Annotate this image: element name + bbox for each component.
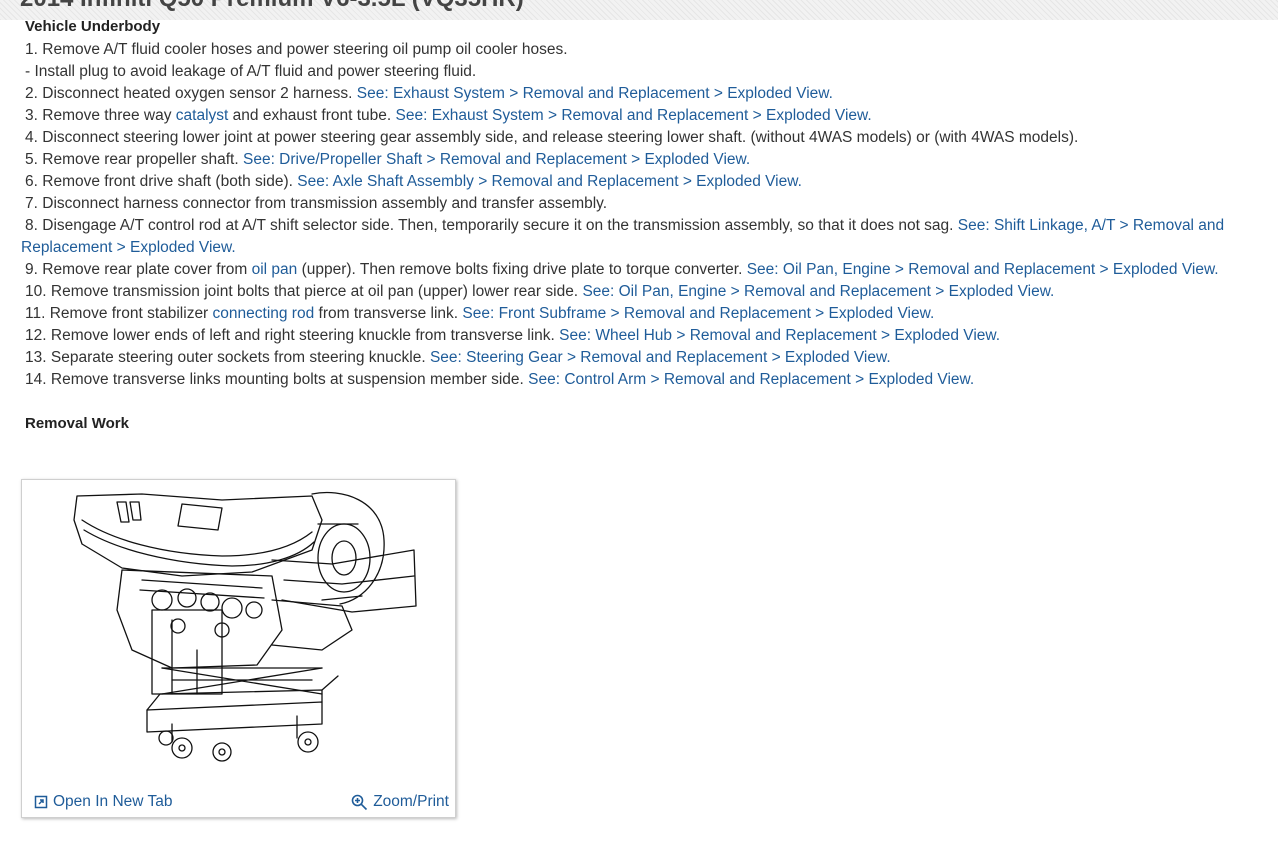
section-heading-vehicle-underbody: Vehicle Underbody (25, 18, 161, 35)
step-reference-link[interactable]: See: Drive/Propeller Shaft > Removal and… (243, 151, 750, 168)
step-text: Remove transverse links mounting bolts a… (50, 371, 529, 388)
step-reference-link[interactable]: connecting rod (213, 305, 315, 322)
step-number: 10. (25, 283, 47, 300)
step-item: 13. Separate steering outer sockets from… (21, 347, 1266, 369)
step-number: 8. (25, 217, 38, 234)
step-reference-link[interactable]: See: Oil Pan, Engine > Removal and Repla… (582, 283, 1054, 300)
step-reference-link[interactable]: oil pan (252, 261, 298, 278)
step-text: Disengage A/T control rod at A/T shift s… (42, 217, 958, 234)
step-text: Disconnect steering lower joint at power… (42, 129, 1079, 146)
step-number: 6. (25, 173, 38, 190)
step-number: 12. (25, 327, 47, 344)
step-number: 5. (25, 151, 38, 168)
step-text: Remove front stabilizer (49, 305, 213, 322)
step-reference-link[interactable]: See: Oil Pan, Engine > Removal and Repla… (747, 261, 1219, 278)
step-item: 6. Remove front drive shaft (both side).… (21, 171, 1266, 193)
step-item: 12. Remove lower ends of left and right … (21, 325, 1266, 347)
step-text: Disconnect heated oxygen sensor 2 harnes… (42, 85, 357, 102)
step-number: 1. (25, 41, 38, 58)
step-text: Install plug to avoid leakage of A/T flu… (34, 63, 477, 80)
zoom-print-label: Zoom/Print (373, 793, 449, 810)
step-number: 9. (25, 261, 38, 278)
step-text: Remove three way (42, 107, 176, 124)
step-item: 10. Remove transmission joint bolts that… (21, 281, 1266, 303)
step-number: 2. (25, 85, 38, 102)
section-heading-removal-work: Removal Work (25, 415, 129, 432)
step-item: 4. Disconnect steering lower joint at po… (21, 127, 1266, 149)
step-number: - (25, 63, 31, 80)
step-text: Remove transmission joint bolts that pie… (50, 283, 583, 300)
step-number: 11. (25, 305, 46, 322)
step-item: 11. Remove front stabilizer connecting r… (21, 303, 1266, 325)
step-reference-link[interactable]: See: Control Arm > Removal and Replaceme… (528, 371, 974, 388)
step-text: Remove front drive shaft (both side). (42, 173, 298, 190)
step-text: Disconnect harness connector from transm… (42, 195, 608, 212)
page-header-band: 2014 Infiniti Q50 Premium V6-3.5L (VQ35H… (0, 0, 1278, 20)
step-reference-link[interactable]: See: Wheel Hub > Removal and Replacement… (559, 327, 1000, 344)
step-item: 7. Disconnect harness connector from tra… (21, 193, 1266, 215)
engine-removal-illustration[interactable] (22, 480, 455, 785)
step-reference-link[interactable]: catalyst (176, 107, 229, 124)
step-reference-link[interactable]: See: Steering Gear > Removal and Replace… (430, 349, 891, 366)
step-text: Remove lower ends of left and right stee… (50, 327, 560, 344)
zoom-print-link[interactable]: Zoom/Print (351, 793, 449, 811)
step-reference-link[interactable]: See: Axle Shaft Assembly > Removal and R… (297, 173, 802, 190)
step-item: 3. Remove three way catalyst and exhaust… (21, 105, 1266, 127)
step-reference-link[interactable]: See: Front Subframe > Removal and Replac… (462, 305, 934, 322)
step-number: 3. (25, 107, 38, 124)
step-item: 5. Remove rear propeller shaft. See: Dri… (21, 149, 1266, 171)
magnifier-plus-icon (351, 794, 368, 811)
step-text: Remove rear propeller shaft. (42, 151, 243, 168)
step-item: - Install plug to avoid leakage of A/T f… (21, 61, 1266, 83)
step-item: 2. Disconnect heated oxygen sensor 2 har… (21, 83, 1266, 105)
step-item: 14. Remove transverse links mounting bol… (21, 369, 1266, 391)
step-number: 7. (25, 195, 38, 212)
open-in-new-tab-label: Open In New Tab (53, 793, 173, 810)
step-text: Remove rear plate cover from (42, 261, 252, 278)
step-reference-link[interactable]: See: Exhaust System > Removal and Replac… (357, 85, 833, 102)
step-number: 4. (25, 129, 38, 146)
figure-panel: Open In New Tab Zoom/Print (21, 479, 456, 818)
step-item: 9. Remove rear plate cover from oil pan … (21, 259, 1266, 281)
step-text: Separate steering outer sockets from ste… (50, 349, 430, 366)
open-in-new-tab-link[interactable]: Open In New Tab (34, 793, 172, 811)
step-number: 13. (25, 349, 47, 366)
external-window-icon (34, 795, 48, 809)
step-text: (upper). Then remove bolts fixing drive … (297, 261, 747, 278)
step-reference-link[interactable]: See: Exhaust System > Removal and Replac… (396, 107, 872, 124)
step-item: 8. Disengage A/T control rod at A/T shif… (21, 215, 1266, 259)
procedure-steps: 1. Remove A/T fluid cooler hoses and pow… (21, 39, 1266, 391)
step-text: from transverse link. (314, 305, 463, 322)
page-title: 2014 Infiniti Q50 Premium V6-3.5L (VQ35H… (20, 0, 524, 13)
step-text: Remove A/T fluid cooler hoses and power … (42, 41, 568, 58)
step-item: 1. Remove A/T fluid cooler hoses and pow… (21, 39, 1266, 61)
step-number: 14. (25, 371, 47, 388)
step-text: and exhaust front tube. (228, 107, 396, 124)
